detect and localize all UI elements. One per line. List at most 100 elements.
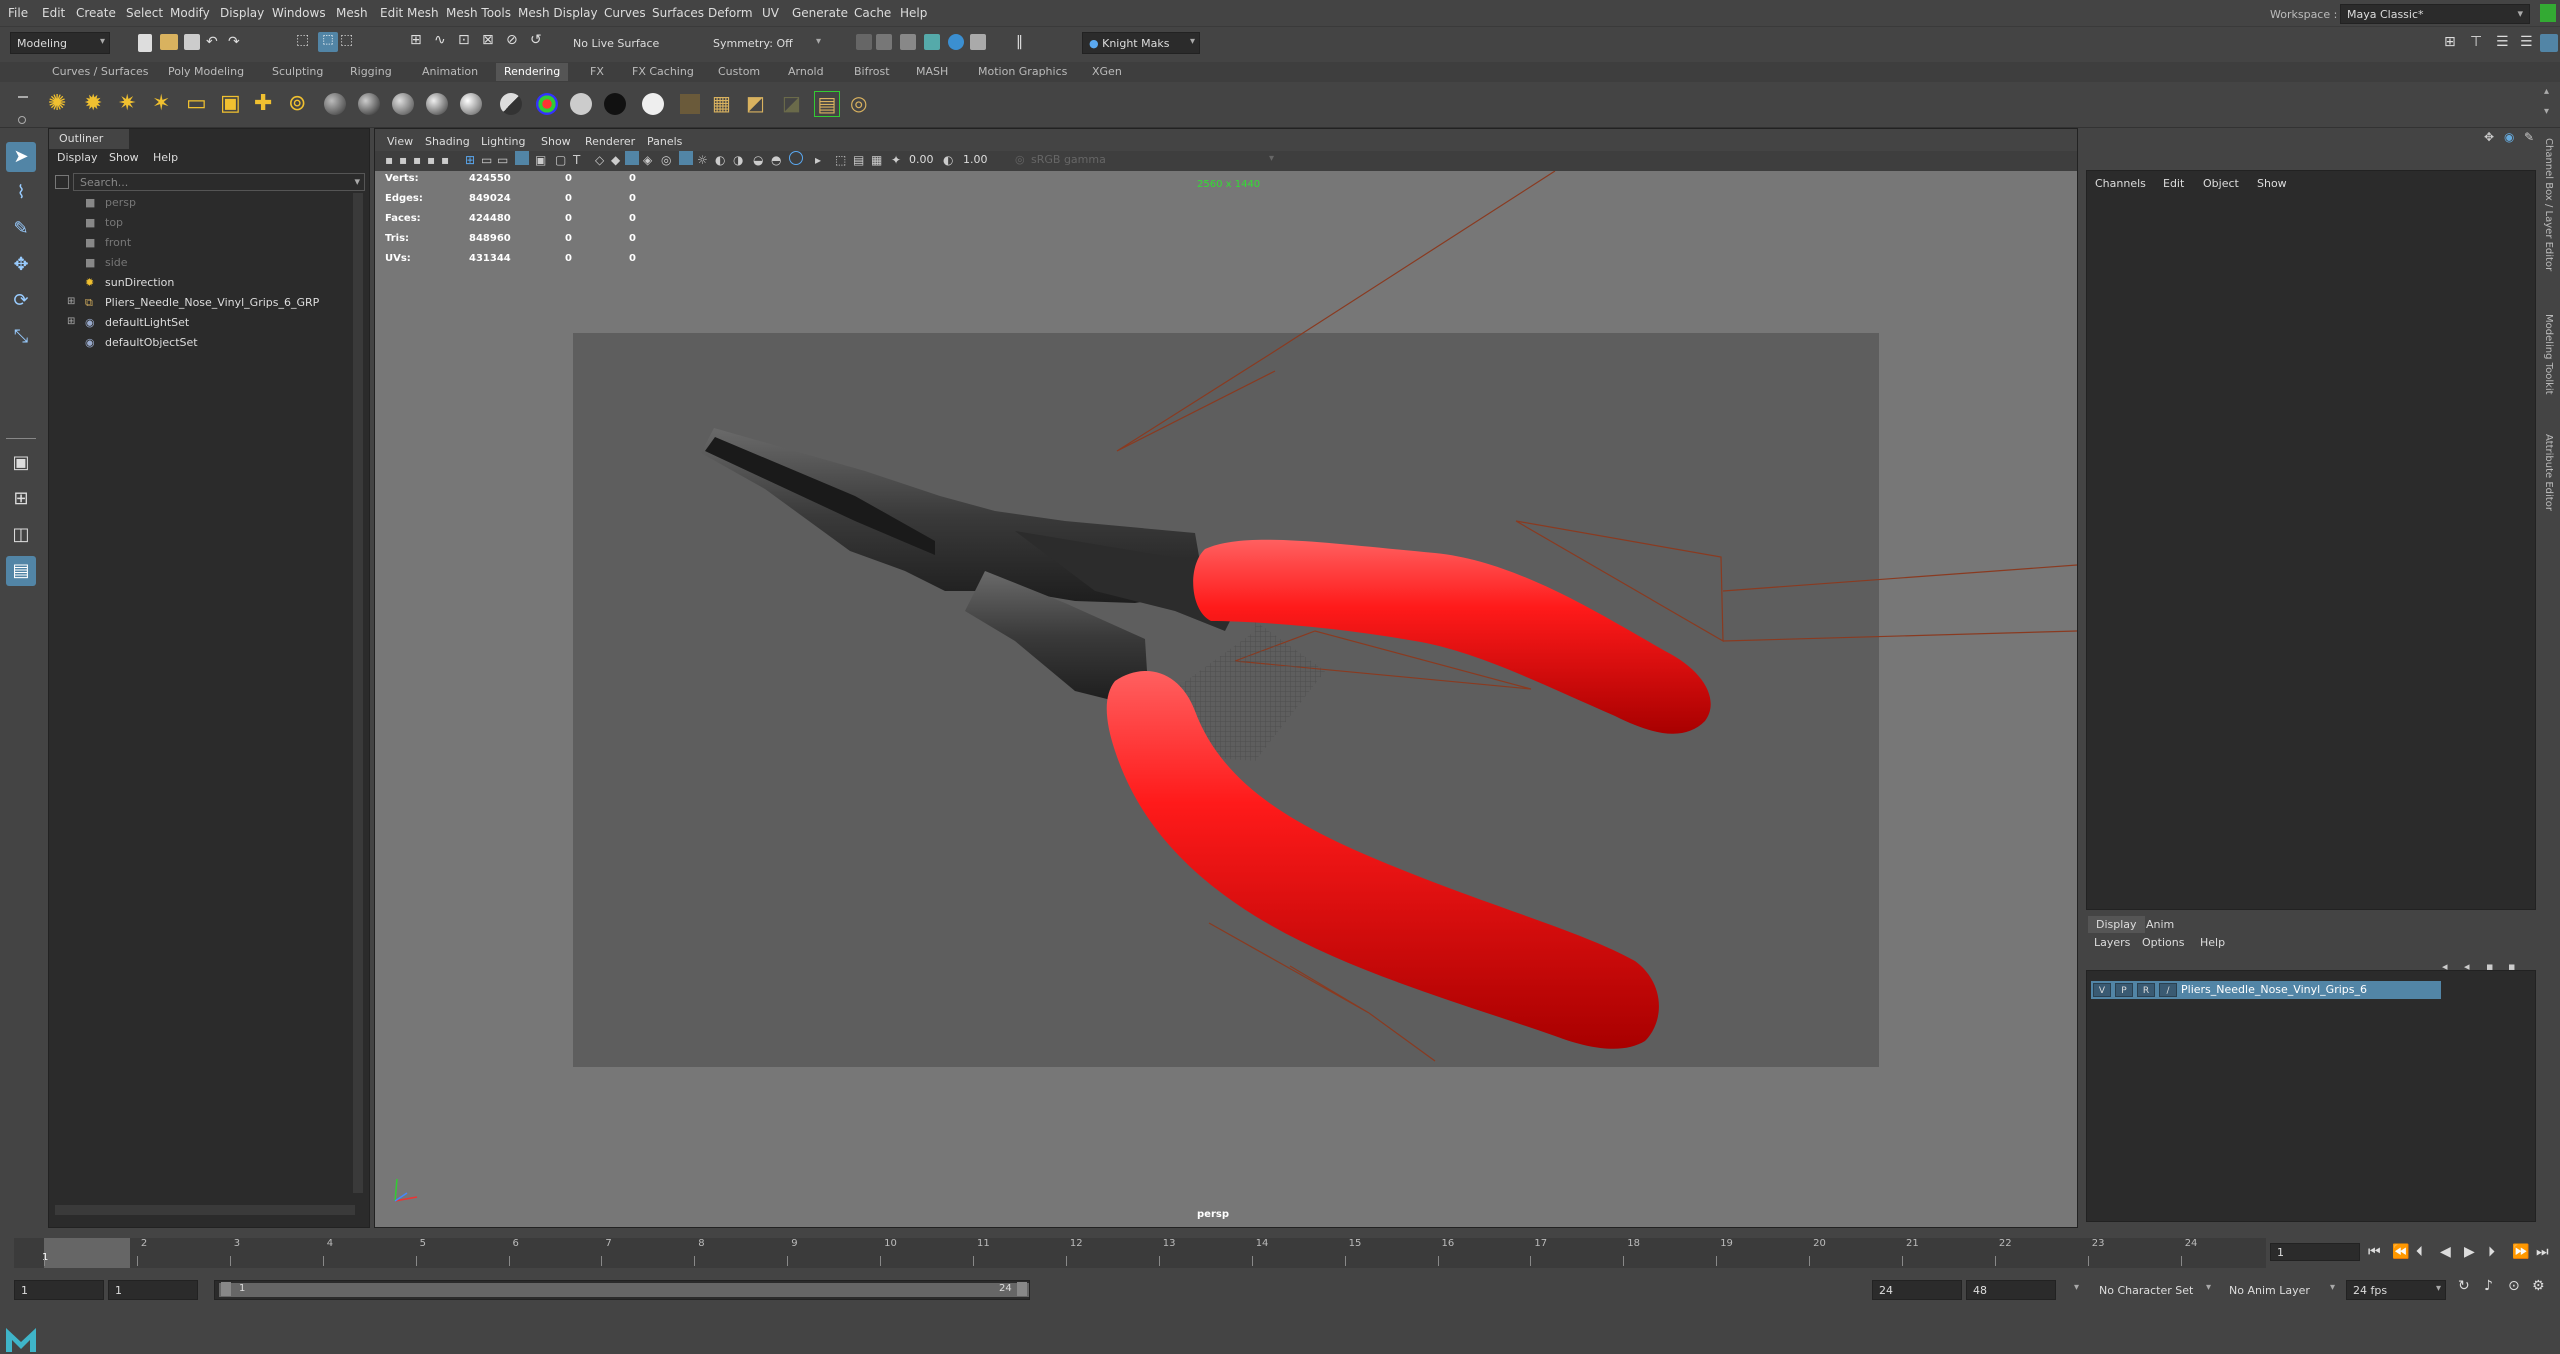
select-component-icon[interactable]: ⬚: [340, 32, 360, 52]
select-object-icon[interactable]: ⬚: [318, 32, 338, 52]
snap-point-icon[interactable]: ⊡: [458, 32, 478, 52]
gamma-icon[interactable]: ◐: [943, 153, 953, 167]
workspace-select[interactable]: Maya Classic* ▾: [2340, 4, 2530, 24]
outliner-item-pliers-grp[interactable]: ⊞ ⧉ Pliers_Needle_Nose_Vinyl_Grips_6_GRP: [49, 293, 359, 313]
layer-playback-toggle[interactable]: P: [2115, 983, 2133, 997]
wireframe-on-shaded-icon[interactable]: [625, 151, 639, 165]
layer-menu-options[interactable]: Options: [2142, 936, 2184, 949]
viewport-canvas[interactable]: 2560 x 1440 Verts: 424550 0 0 Edges: 849…: [375, 171, 2077, 1227]
tab-curves-surfaces[interactable]: Curves / Surfaces: [52, 65, 149, 78]
field-chart-icon[interactable]: ▣: [535, 153, 546, 167]
current-frame-marker[interactable]: [44, 1238, 130, 1268]
menu-surfaces[interactable]: Surfaces: [652, 6, 704, 20]
tab-rendering[interactable]: Rendering: [496, 63, 569, 81]
side-tab-channel-box[interactable]: Channel Box / Layer Editor: [2543, 138, 2554, 271]
outliner-item-side[interactable]: ■ side: [49, 253, 359, 273]
tab-arnold[interactable]: Arnold: [788, 65, 824, 78]
camera-aim-icon[interactable]: ⊚: [288, 91, 314, 117]
render-view-icon[interactable]: [970, 34, 986, 50]
surface-shader-icon[interactable]: [570, 93, 592, 115]
snap-grid-icon[interactable]: ⊞: [410, 32, 430, 52]
use-all-lights-icon[interactable]: ◎: [661, 153, 671, 167]
film-gate-icon[interactable]: ▭: [481, 153, 492, 167]
outliner-search-input[interactable]: Search... ▾: [73, 173, 365, 191]
range-start-handle[interactable]: [221, 1282, 231, 1296]
tab-mash[interactable]: MASH: [916, 65, 948, 78]
motion-blur-icon[interactable]: ◐: [715, 153, 725, 167]
anti-aliasing-icon[interactable]: ◑: [733, 153, 743, 167]
xray-joints-icon[interactable]: ▸: [815, 153, 821, 167]
user-account-button[interactable]: ● Knight Maks ▾: [1082, 32, 1200, 54]
animation-start-field[interactable]: 1: [14, 1280, 104, 1300]
backface-culling-icon[interactable]: ▤: [853, 153, 864, 167]
batch-render-icon[interactable]: ▦: [712, 91, 738, 117]
outliner-item-sundirection[interactable]: ✹ sunDirection: [49, 273, 359, 293]
hypershade-shelf-icon[interactable]: ◎: [850, 91, 876, 117]
aniso-shader-icon[interactable]: [460, 93, 482, 115]
tab-animation[interactable]: Animation: [422, 65, 478, 78]
step-forward-frame-icon[interactable]: ⏵: [2488, 1244, 2495, 1260]
character-set-select[interactable]: No Character Set: [2092, 1280, 2212, 1300]
2d-pan-zoom-icon[interactable]: ▪: [427, 153, 435, 167]
color-management-icon[interactable]: ◎: [1015, 153, 1025, 166]
channel-box-icon[interactable]: ✥: [2484, 130, 2494, 144]
outliner-menu-display[interactable]: Display: [57, 151, 98, 164]
layer-row[interactable]: V P R / Pliers_Needle_Nose_Vinyl_Grips_6: [2091, 981, 2441, 999]
exposure-value[interactable]: 0.00: [909, 153, 934, 166]
menu-edit[interactable]: Edit: [42, 6, 65, 20]
playback-start-field[interactable]: 1: [108, 1280, 198, 1300]
viewport-menu-lighting[interactable]: Lighting: [481, 135, 525, 148]
menu-mesh-tools[interactable]: Mesh Tools: [446, 6, 511, 20]
attribute-editor-icon[interactable]: ◉: [2504, 130, 2514, 144]
layer-visibility-toggle[interactable]: V: [2093, 983, 2111, 997]
construction-history-icon[interactable]: [856, 34, 872, 50]
outliner-horizontal-scrollbar[interactable]: [55, 1205, 355, 1215]
time-slider-track[interactable]: 1: [14, 1238, 2266, 1268]
menu-uv[interactable]: UV: [762, 6, 779, 20]
tab-custom[interactable]: Custom: [718, 65, 760, 78]
layer-menu-help[interactable]: Help: [2200, 936, 2225, 949]
render-ipr-icon[interactable]: [900, 34, 916, 50]
range-end-handle[interactable]: [1017, 1282, 1027, 1296]
layer-reference-toggle[interactable]: R: [2137, 983, 2155, 997]
outliner-item-top[interactable]: ■ top: [49, 213, 359, 233]
depth-of-field-icon[interactable]: ◒: [753, 153, 763, 167]
step-back-frame-icon[interactable]: ⏴: [2416, 1244, 2423, 1260]
tab-bifrost[interactable]: Bifrost: [854, 65, 890, 78]
undo-icon[interactable]: ↶: [206, 34, 226, 54]
outliner-menu-help[interactable]: Help: [153, 151, 178, 164]
pause-icon[interactable]: ‖: [1016, 34, 1036, 54]
textured-icon[interactable]: ◈: [643, 153, 652, 167]
expand-icon[interactable]: ⊞: [67, 296, 81, 310]
menu-curves[interactable]: Curves: [604, 6, 646, 20]
new-scene-icon[interactable]: [138, 34, 152, 52]
snap-pivot-icon[interactable]: ↺: [530, 32, 550, 52]
channel-box-menu-object[interactable]: Object: [2203, 177, 2239, 190]
blinn-shader-icon[interactable]: [358, 93, 380, 115]
shelf-menu-icon[interactable]: [18, 96, 28, 98]
select-tool-icon[interactable]: ➤: [6, 142, 36, 172]
gate-mask-icon[interactable]: [515, 151, 529, 165]
side-tab-attribute-editor[interactable]: Attribute Editor: [2543, 434, 2554, 511]
viewport-menu-show[interactable]: Show: [541, 135, 571, 148]
animation-end-field[interactable]: 48: [1966, 1280, 2056, 1300]
menu-mesh[interactable]: Mesh: [336, 6, 368, 20]
shelf-scroll-down-icon[interactable]: ▾: [2544, 106, 2549, 117]
range-slider-thumb[interactable]: 1 24: [219, 1282, 1029, 1297]
outliner-item-persp[interactable]: ■ persp: [49, 193, 359, 213]
viewport-menu-panels[interactable]: Panels: [647, 135, 682, 148]
open-scene-icon[interactable]: [160, 34, 178, 50]
area-light-icon[interactable]: ▭: [186, 91, 212, 117]
playback-end-field[interactable]: 24: [1872, 1280, 1962, 1300]
anim-layer-select[interactable]: No Anim Layer: [2222, 1280, 2332, 1300]
isolate-select-icon[interactable]: ◓: [771, 153, 781, 167]
render-layer-icon[interactable]: ◩: [746, 91, 772, 117]
exposure-icon[interactable]: ✦: [891, 153, 901, 167]
layered-shader-icon[interactable]: [500, 93, 522, 115]
safe-title-icon[interactable]: T: [573, 153, 580, 167]
menu-deform[interactable]: Deform: [708, 6, 753, 20]
menu-file[interactable]: File: [8, 6, 28, 20]
animation-preferences-icon[interactable]: ⚙: [2532, 1278, 2545, 1294]
fps-select[interactable]: 24 fps ▾: [2346, 1280, 2446, 1300]
tab-anim[interactable]: Anim: [2138, 916, 2182, 933]
